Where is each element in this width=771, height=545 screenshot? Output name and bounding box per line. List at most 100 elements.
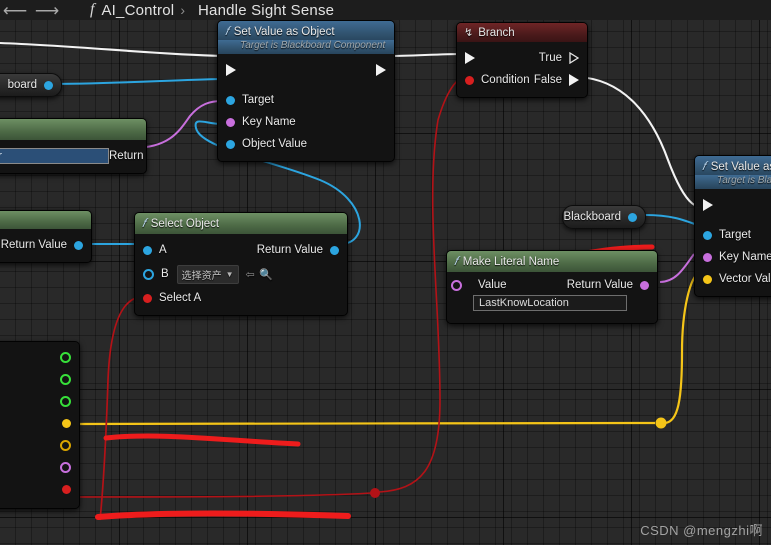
branch-true-out: True bbox=[539, 52, 579, 64]
make-literal-value-group: Value bbox=[451, 279, 507, 291]
node-blackboard-right[interactable]: Blackboard bbox=[562, 205, 646, 229]
sense-pin-receiver-location: eiver Location bbox=[0, 434, 79, 456]
expiration-age-pin[interactable] bbox=[60, 373, 71, 385]
branch-false-label: False bbox=[533, 74, 562, 86]
node-sense-event-outputs[interactable]: Stimulus Age xpiration Age ulus Strength… bbox=[0, 341, 80, 509]
set-value-object-exec-row bbox=[218, 59, 394, 81]
breadcrumb-toolbar: ⟵ ⟶ f AI_Control › Handle Sight Sense bbox=[0, 0, 771, 20]
select-b-asset-dropdown[interactable]: 选择资产 ▼ bbox=[176, 264, 239, 284]
node-blackboard-left[interactable]: board bbox=[0, 73, 62, 97]
set-value-object-header: 𝑓 Set Value as Object bbox=[218, 21, 394, 42]
branch-condition-pin[interactable] bbox=[465, 75, 474, 85]
vector-value-label: Vector Value bbox=[719, 273, 771, 285]
vector-target-pin[interactable] bbox=[703, 230, 712, 240]
select-b-label: B bbox=[161, 268, 169, 280]
sense-pin-stimulus-tag: Stimulus Tag bbox=[0, 456, 79, 478]
set-value-vector-header: 𝑓 Set Value as bbox=[695, 156, 771, 177]
make-literal-name-left-return: Return Value bbox=[109, 150, 146, 162]
breadcrumb-graph-name[interactable]: Handle Sight Sense bbox=[198, 2, 334, 19]
make-literal-input-row bbox=[447, 293, 657, 313]
select-a-bool-pin[interactable] bbox=[143, 293, 152, 303]
make-literal-name-left-return-label: Return Value bbox=[109, 150, 146, 162]
set-value-object-body: Target Key Name Object Value bbox=[218, 54, 394, 161]
branch-exec-row: True bbox=[457, 47, 587, 69]
breadcrumb-separator-icon: › bbox=[180, 2, 185, 18]
node-branch[interactable]: ↯ Branch True Condition False bbox=[456, 22, 588, 98]
make-literal-name-value-row: Value Return Value bbox=[447, 277, 657, 293]
branch-condition-label: Condition bbox=[481, 74, 530, 86]
literal-name-input[interactable] bbox=[473, 295, 627, 311]
get-character-return: Return Value bbox=[1, 239, 83, 251]
branch-condition: Condition bbox=[465, 74, 530, 86]
function-icon: 𝑓 bbox=[142, 216, 146, 230]
exec-out-pin[interactable] bbox=[376, 64, 386, 76]
set-value-vector-body: Target Key Name Vector Value bbox=[695, 189, 771, 296]
branch-header: ↯ Branch bbox=[457, 23, 587, 42]
vector-exec-in-pin[interactable] bbox=[703, 199, 713, 211]
vector-value-pin[interactable] bbox=[703, 274, 712, 284]
select-a-pin[interactable] bbox=[143, 245, 152, 255]
search-icon[interactable]: 🔍 bbox=[259, 268, 273, 281]
get-character-return-pin[interactable] bbox=[74, 240, 83, 250]
receiver-location-pin[interactable] bbox=[60, 439, 71, 451]
set-value-object-pin-objectvalue: Object Value bbox=[218, 133, 394, 155]
function-icon: 𝑓 bbox=[702, 159, 706, 173]
select-b-pin[interactable] bbox=[143, 268, 154, 280]
branch-exec-in-pin[interactable] bbox=[465, 52, 475, 64]
set-value-vector-exec-row bbox=[695, 194, 771, 216]
function-icon: 𝑓 bbox=[225, 24, 229, 38]
select-object-title: Select Object bbox=[150, 217, 220, 230]
get-character-return-row: Return Value bbox=[0, 234, 91, 256]
function-glyph-icon: f bbox=[90, 1, 95, 18]
watermark: CSDN @mengzhi啊 bbox=[640, 523, 763, 538]
select-object-return-pin[interactable] bbox=[330, 245, 339, 255]
value-input-wrap[interactable] bbox=[0, 148, 109, 164]
make-literal-return-pin[interactable] bbox=[640, 280, 649, 290]
blackboard-right-output-pin[interactable] bbox=[628, 212, 637, 222]
make-literal-name-left-value-row: Return Value bbox=[0, 145, 146, 167]
get-character-body: Return Value bbox=[0, 229, 91, 262]
stimulus-tag-pin[interactable] bbox=[60, 461, 71, 473]
vector-key-name-pin[interactable] bbox=[703, 252, 712, 262]
make-literal-return-label: Return Value bbox=[566, 279, 633, 291]
literal-name-left-input[interactable] bbox=[0, 148, 109, 164]
breadcrumb-owner[interactable]: AI_Control bbox=[101, 2, 174, 19]
stimulus-location-pin[interactable] bbox=[62, 418, 71, 428]
target-pin[interactable] bbox=[226, 95, 235, 105]
node-make-literal-name-left[interactable]: 𝑓 l Name Return Value bbox=[0, 118, 147, 174]
set-value-object-subtitle: Target is Blackboard Component bbox=[218, 40, 394, 54]
blackboard-left-output-pin[interactable] bbox=[44, 80, 53, 90]
sense-pin-expiration-age: xpiration Age bbox=[0, 368, 79, 390]
arrow-left-icon[interactable]: ⟵ bbox=[0, 0, 30, 20]
vector-key-name-label: Key Name bbox=[719, 251, 771, 263]
arrow-right-icon[interactable]: ⟶ bbox=[32, 0, 62, 20]
key-name-pin[interactable] bbox=[226, 117, 235, 127]
blackboard-right-label: Blackboard bbox=[563, 211, 621, 223]
successfully-sensed-pin[interactable] bbox=[62, 484, 71, 494]
literal-value-pin[interactable] bbox=[451, 279, 462, 291]
get-character-return-label: Return Value bbox=[0, 239, 67, 251]
branch-true-pin[interactable] bbox=[569, 52, 579, 64]
stimulus-strength-pin[interactable] bbox=[60, 395, 71, 407]
set-value-vector-title: Set Value as bbox=[710, 160, 771, 173]
browse-icon[interactable]: ⇦ bbox=[244, 268, 257, 281]
node-select-object[interactable]: 𝑓 Select Object A Return Value B 选择资产 ▼ … bbox=[134, 212, 348, 316]
set-value-object-pin-keyname: Key Name bbox=[218, 111, 394, 133]
node-get-character[interactable]: cter Return Value bbox=[0, 210, 92, 263]
node-make-literal-name[interactable]: 𝑓 Make Literal Name Value Return Value bbox=[446, 250, 658, 324]
make-literal-value-label: Value bbox=[478, 279, 507, 291]
select-object-return: Return Value bbox=[257, 244, 339, 256]
sense-pin-stimulus-location: ulus Location bbox=[0, 412, 79, 434]
key-name-label: Key Name bbox=[242, 116, 296, 128]
target-label: Target bbox=[242, 94, 274, 106]
stimulus-age-pin[interactable] bbox=[60, 351, 71, 363]
object-value-pin[interactable] bbox=[226, 139, 235, 149]
node-set-value-as-vector[interactable]: 𝑓 Set Value as Target is Blac Target Key… bbox=[694, 155, 771, 297]
branch-false-pin[interactable] bbox=[569, 74, 579, 86]
blackboard-left-label: board bbox=[7, 79, 37, 91]
set-value-vector-pin-target: Target bbox=[695, 224, 771, 246]
chevron-down-icon: ▼ bbox=[225, 269, 234, 279]
node-set-value-as-object[interactable]: 𝑓 Set Value as Object Target is Blackboa… bbox=[217, 20, 395, 162]
set-value-object-pin-target: Target bbox=[218, 89, 394, 111]
exec-in-pin[interactable] bbox=[226, 64, 236, 76]
